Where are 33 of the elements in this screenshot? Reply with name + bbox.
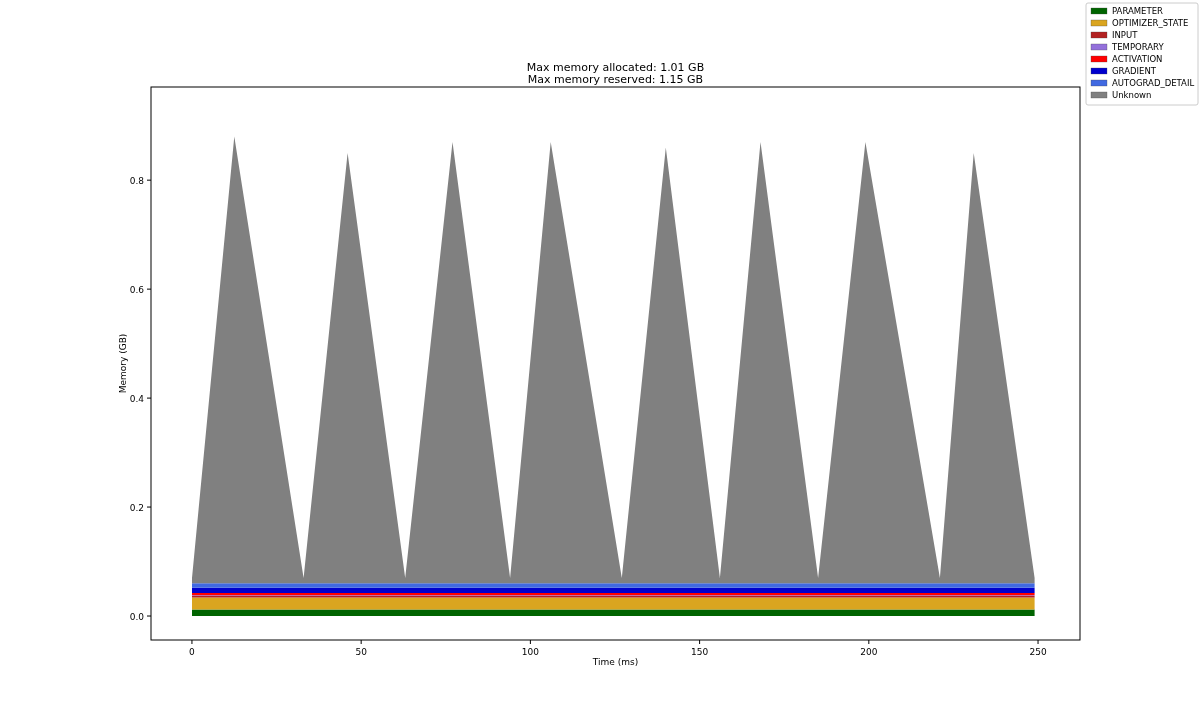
legend-label: PARAMETER [1112,6,1163,16]
tick-mark [699,639,701,645]
legend-label: INPUT [1112,30,1138,40]
tick-label: 250 [1029,647,1047,657]
tick-mark [146,615,152,617]
legend-label: TEMPORARY [1112,42,1164,52]
legend-label: AUTOGRAD_DETAIL [1112,78,1195,88]
tick-mark [360,639,362,645]
tick-mark [146,506,152,508]
chart-title: Max memory allocated: 1.01 GB Max memory reserved: 1.15 GB [526,61,705,86]
x-axis-label: Time (ms) [592,657,639,667]
tick-label: 0.6 [129,284,144,295]
tick-mark [529,639,531,645]
tick-label: 50 [355,647,367,657]
tick-label: 200 [860,647,878,657]
tick-label: 0.4 [129,393,144,404]
tick-mark [146,179,152,181]
y-axis-label: Memory (GB) [118,333,128,394]
legend-label: Unknown [1112,90,1152,100]
tick-mark [1037,639,1039,645]
legend-label: ACTIVATION [1112,54,1163,64]
tick-mark [146,397,152,399]
tick-label: 100 [521,647,539,657]
legend-label: GRADIENT [1112,66,1156,76]
tick-label: 0.8 [129,175,144,186]
tick-mark [191,639,193,645]
tick-label: 0 [189,647,195,657]
legend-label: OPTIMIZER_STATE [1112,18,1189,28]
tick-mark [146,288,152,290]
tick-label: 150 [691,647,709,657]
tick-mark [868,639,870,645]
tick-label: 0.0 [129,611,144,622]
tick-label: 0.2 [129,502,144,513]
